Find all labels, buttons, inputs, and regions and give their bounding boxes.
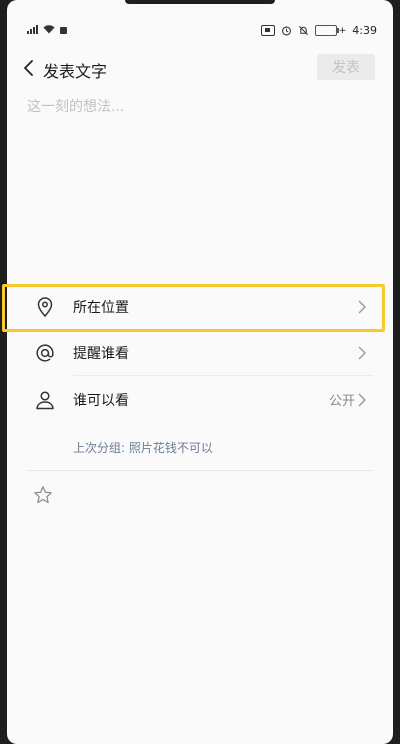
visibility-option[interactable]: 谁可以看 公开 [7,377,393,423]
remind-label: 提醒谁看 [73,346,129,362]
mute-icon [298,26,308,35]
top-bar: 发表文字 发表 [7,52,393,84]
nfc-icon [260,25,275,36]
person-icon [36,391,54,410]
visibility-label: 谁可以看 [73,393,129,409]
notification-icon [60,27,67,34]
alarm-icon [281,26,291,36]
status-right: + 4:39 [260,24,377,37]
phone-screen: + 4:39 发表文字 发表 所在位置 提醒谁看 [7,0,393,744]
chevron-right-icon [358,346,366,360]
remind-option[interactable]: 提醒谁看 [7,330,393,376]
visibility-value: 公开 [328,394,355,409]
location-pin-icon [37,297,53,318]
signal-icon [27,25,38,34]
status-left [27,25,67,34]
battery-icon [314,25,339,36]
wifi-icon [43,25,55,34]
chevron-right-icon [358,393,366,407]
publish-button[interactable]: 发表 [317,54,375,80]
location-label: 所在位置 [73,300,129,316]
last-group-hint[interactable]: 上次分组: 照片花钱不可以 [73,439,213,456]
status-bar: + 4:39 [7,20,393,42]
status-time: 4:39 [352,24,377,37]
charging-icon: + [338,25,347,36]
star-icon[interactable] [32,484,54,506]
page-title: 发表文字 [43,62,108,81]
chevron-right-icon [358,300,366,314]
at-icon [36,344,54,362]
section-divider [27,470,373,471]
location-option[interactable]: 所在位置 [7,284,393,330]
camera-notch [125,0,275,4]
back-arrow-icon[interactable] [17,56,41,80]
moment-text-input[interactable] [27,96,373,246]
row-divider [73,375,373,376]
